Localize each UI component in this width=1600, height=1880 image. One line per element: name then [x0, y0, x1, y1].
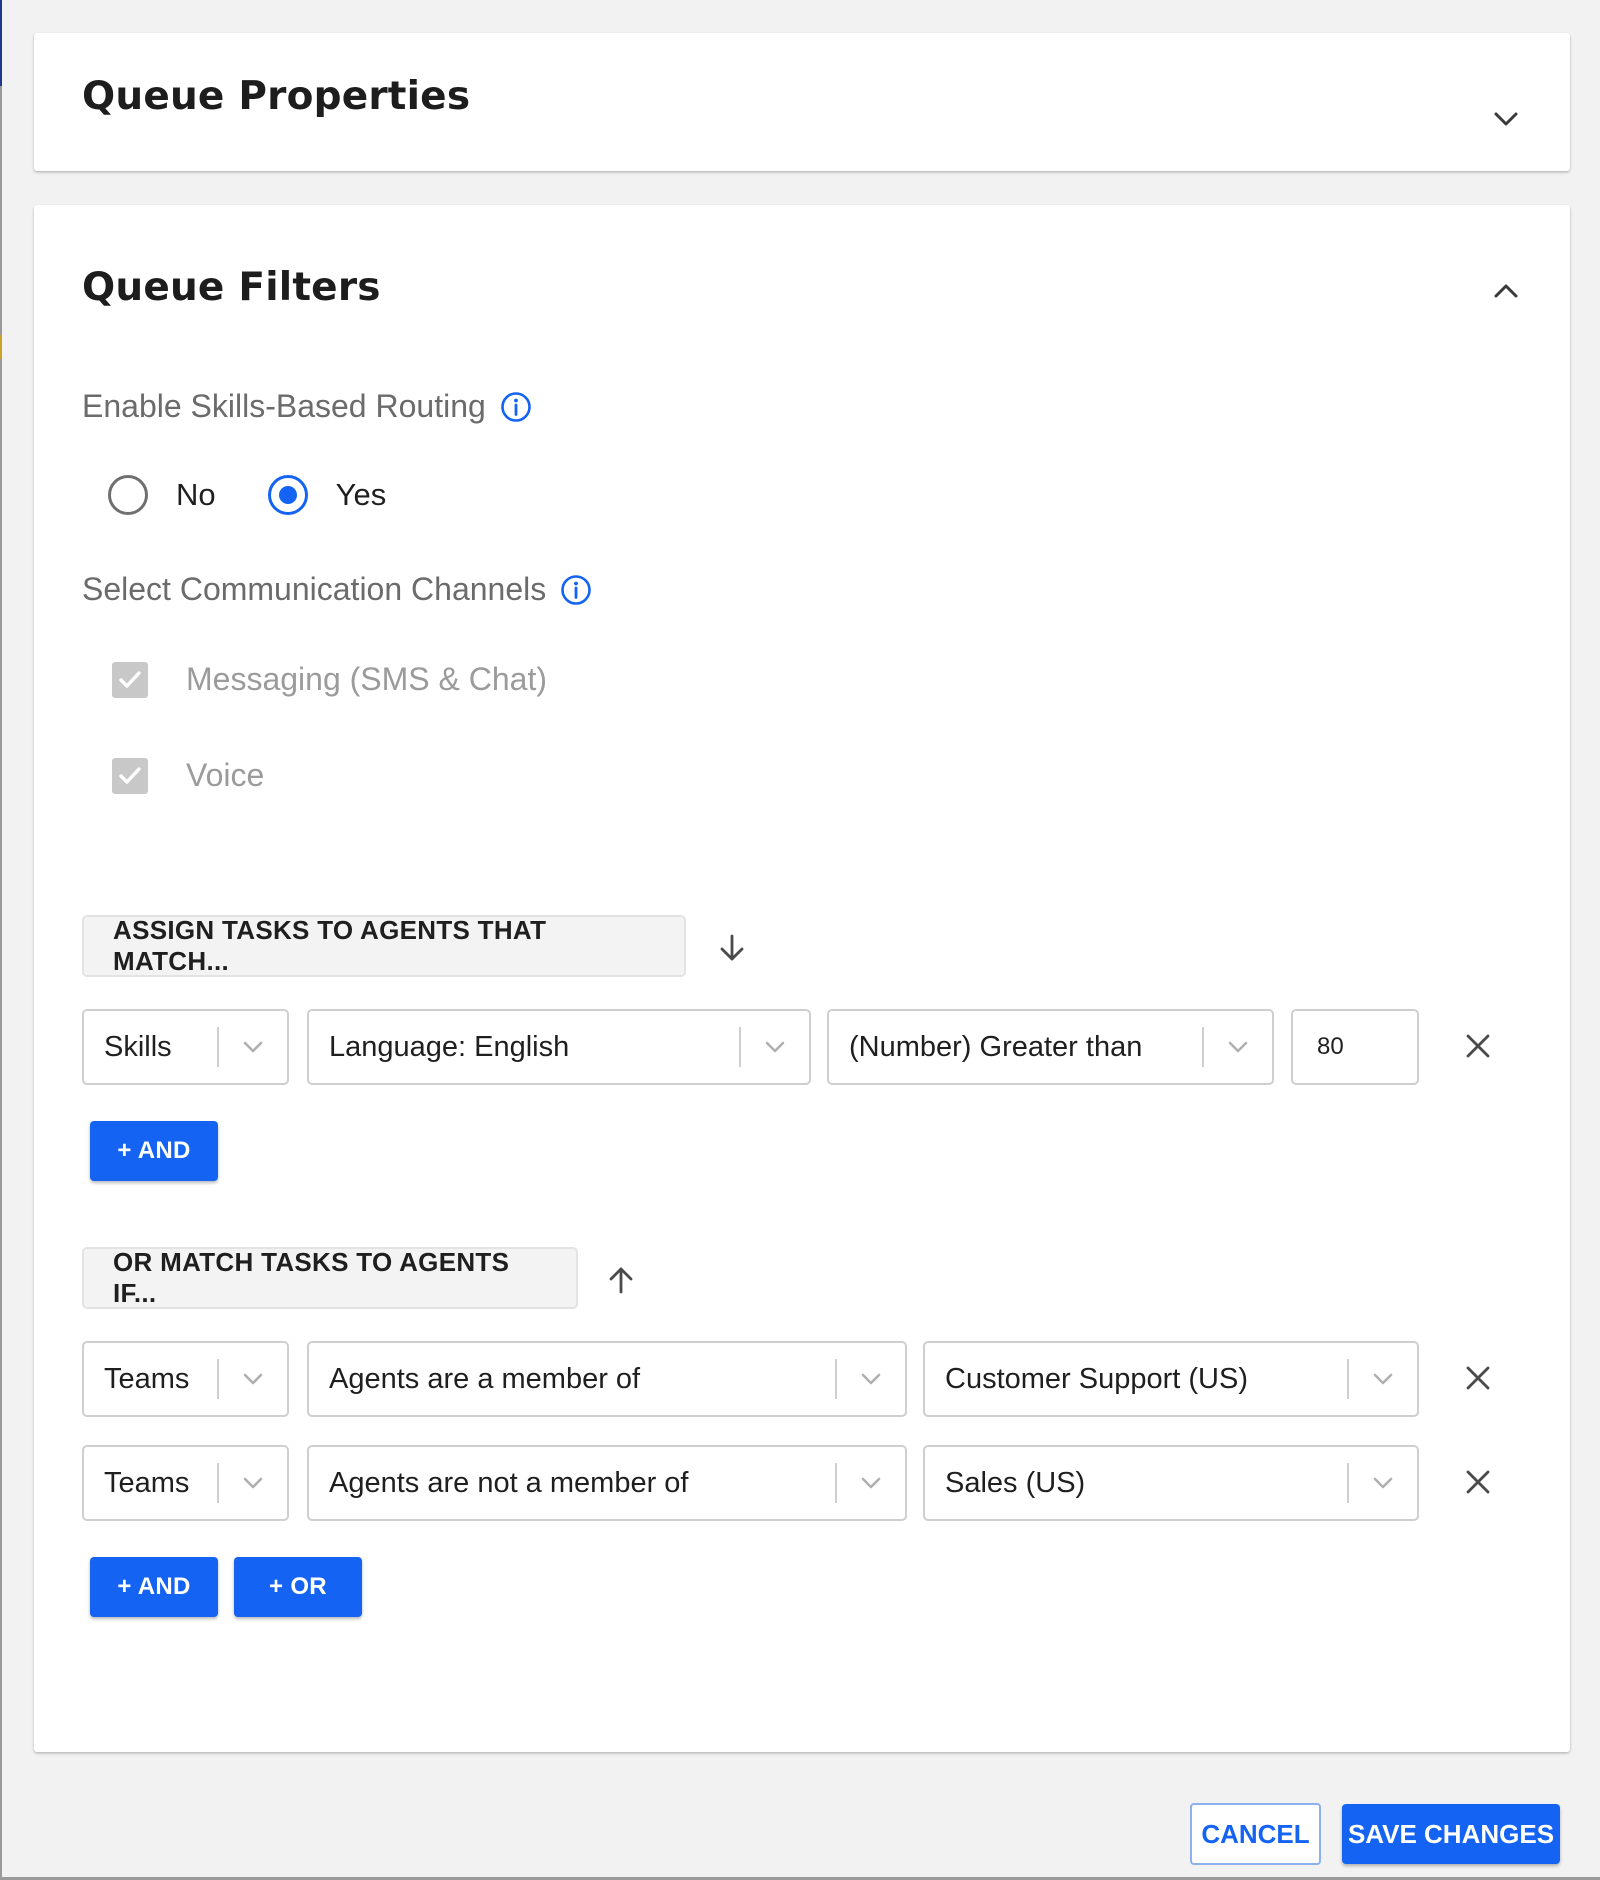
or-rule-2-value: Sales (US): [945, 1466, 1086, 1499]
info-icon[interactable]: [560, 574, 592, 606]
checkbox-voice[interactable]: [112, 757, 148, 794]
or-rule-1-field-value: Teams: [104, 1362, 190, 1395]
check-icon: [119, 670, 141, 688]
radio-no-circle[interactable]: [108, 475, 148, 515]
channels-label-text: Select Communication Channels: [82, 571, 547, 607]
chevron-down-icon[interactable]: [1204, 1011, 1272, 1083]
or-rule-1-field-select[interactable]: Teams: [82, 1341, 289, 1417]
close-icon[interactable]: [1463, 1031, 1493, 1061]
or-rule-1-value-select[interactable]: Customer Support (US): [923, 1341, 1419, 1417]
assign-group-header-text: ASSIGN TASKS TO AGENTS THAT MATCH...: [113, 915, 547, 976]
assign-rule-field-select[interactable]: Skills: [82, 1009, 289, 1085]
queue-filters-title: Queue Filters: [82, 265, 381, 310]
chevron-down-icon[interactable]: [837, 1447, 905, 1519]
or-rule-2-value-select[interactable]: Sales (US): [923, 1445, 1419, 1521]
channels-label: Select Communication Channels: [82, 571, 592, 608]
assign-rule-attribute-value: Language: English: [329, 1030, 570, 1063]
radio-yes-circle[interactable]: [267, 475, 308, 515]
add-and-button[interactable]: + AND: [90, 1121, 218, 1181]
info-icon[interactable]: [500, 391, 532, 423]
or-rule-2-operator-value: Agents are not a member of: [329, 1466, 689, 1499]
queue-properties-title: Queue Properties: [82, 74, 471, 119]
or-group-header-text: OR MATCH TASKS TO AGENTS IF...: [113, 1247, 510, 1308]
save-changes-button[interactable]: SAVE CHANGES: [1342, 1804, 1560, 1864]
chevron-down-icon[interactable]: [1490, 103, 1522, 135]
channel-messaging[interactable]: Messaging (SMS & Chat): [112, 661, 547, 698]
close-icon[interactable]: [1463, 1467, 1493, 1497]
or-rule-1-operator-select[interactable]: Agents are a member of: [307, 1341, 907, 1417]
assign-rule-operator-select[interactable]: (Number) Greater than: [827, 1009, 1274, 1085]
add-or-button[interactable]: + OR: [234, 1557, 362, 1617]
assign-rule-attribute-select[interactable]: Language: English: [307, 1009, 811, 1085]
arrow-down-icon[interactable]: [715, 931, 749, 965]
chevron-down-icon[interactable]: [1349, 1447, 1417, 1519]
radio-yes[interactable]: Yes: [267, 475, 387, 515]
queue-properties-card: Queue Properties: [34, 33, 1570, 171]
or-rule-2-operator-select[interactable]: Agents are not a member of: [307, 1445, 907, 1521]
or-rule-2-field-select[interactable]: Teams: [82, 1445, 289, 1521]
assign-rule-field-value: Skills: [104, 1030, 172, 1063]
add-and-button[interactable]: + AND: [90, 1557, 218, 1617]
window-left-edge-accent: [0, 0, 2, 86]
window-left-edge-marker: [0, 335, 2, 359]
window-left-edge: [0, 0, 2, 1880]
chevron-down-icon[interactable]: [837, 1343, 905, 1415]
radio-no-label: No: [176, 477, 216, 512]
assign-rule-value-input[interactable]: [1291, 1009, 1419, 1085]
chevron-down-icon[interactable]: [219, 1447, 287, 1519]
or-rule-1-value: Customer Support (US): [945, 1362, 1248, 1395]
assign-group-header: ASSIGN TASKS TO AGENTS THAT MATCH...: [82, 915, 686, 977]
radio-no[interactable]: No: [108, 475, 268, 515]
or-rule-1-operator-value: Agents are a member of: [329, 1362, 641, 1395]
check-icon: [119, 766, 141, 784]
skills-routing-label-text: Enable Skills-Based Routing: [82, 388, 486, 424]
assign-rule-operator-value: (Number) Greater than: [849, 1030, 1143, 1063]
skills-routing-radio-group: No Yes: [108, 475, 386, 515]
chevron-down-icon[interactable]: [219, 1343, 287, 1415]
channel-voice[interactable]: Voice: [112, 757, 264, 794]
checkbox-messaging[interactable]: [112, 661, 148, 698]
chevron-down-icon[interactable]: [219, 1011, 287, 1083]
queue-filters-card: Queue Filters Enable Skills-Based Routin…: [34, 205, 1570, 1752]
skills-routing-label: Enable Skills-Based Routing: [82, 388, 532, 425]
close-icon[interactable]: [1463, 1363, 1493, 1393]
channel-voice-label: Voice: [186, 757, 265, 793]
arrow-up-icon[interactable]: [604, 1263, 638, 1297]
channel-messaging-label: Messaging (SMS & Chat): [186, 661, 548, 697]
chevron-up-icon[interactable]: [1490, 275, 1522, 307]
cancel-button[interactable]: CANCEL: [1190, 1803, 1321, 1865]
or-rule-2-field-value: Teams: [104, 1466, 190, 1499]
chevron-down-icon[interactable]: [1349, 1343, 1417, 1415]
or-group-header: OR MATCH TASKS TO AGENTS IF...: [82, 1247, 578, 1309]
radio-yes-label: Yes: [335, 477, 387, 512]
chevron-down-icon[interactable]: [741, 1011, 809, 1083]
